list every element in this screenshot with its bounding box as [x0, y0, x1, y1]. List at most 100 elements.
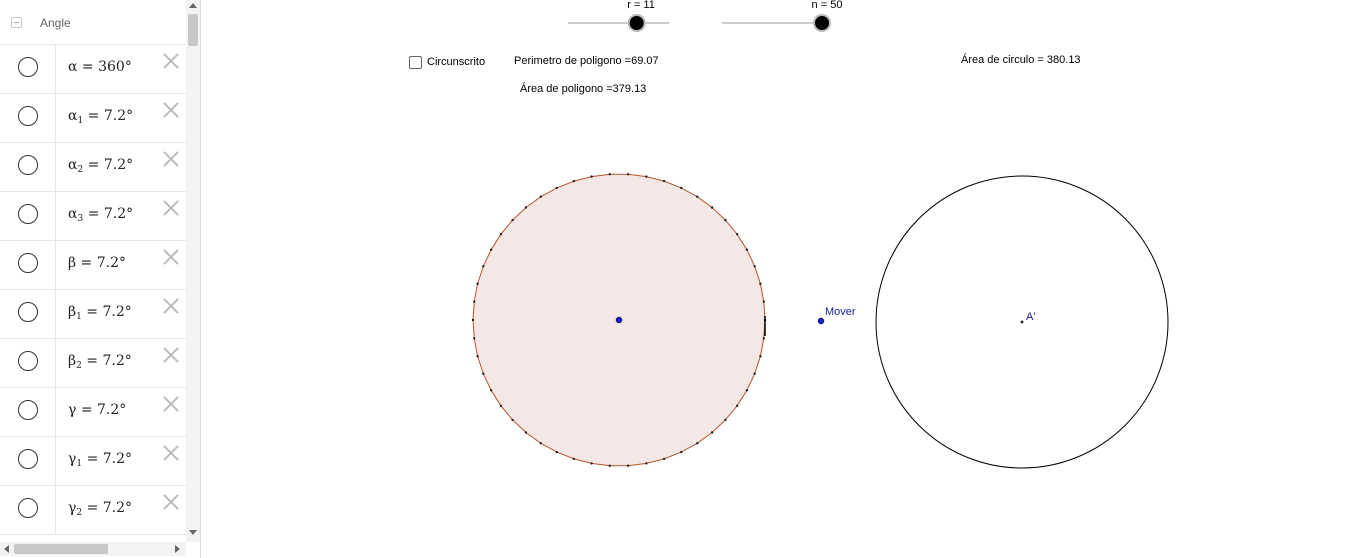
visibility-circle-icon[interactable]: [18, 449, 38, 469]
angle-subscript: 2: [76, 508, 83, 518]
slider-n[interactable]: n = 50: [722, 0, 842, 32]
delete-icon[interactable]: [161, 100, 181, 120]
circunscrito-label: Circunscrito: [427, 56, 486, 68]
delete-icon[interactable]: [161, 345, 181, 365]
angle-expression[interactable]: γ = 7.2°: [68, 402, 126, 420]
angle-expression[interactable]: β1 = 7.2°: [68, 304, 132, 322]
area-circulo-text: Área de circulo = 380.13: [961, 54, 1081, 66]
polygon-vertex: [489, 248, 493, 251]
polygon-vertex: [680, 186, 683, 190]
algebra-row[interactable]: β2 = 7.2°: [0, 339, 186, 388]
visibility-toggle[interactable]: [0, 192, 56, 240]
polygon-vertex: [696, 442, 699, 445]
delete-icon[interactable]: [161, 149, 181, 169]
delete-icon[interactable]: [161, 394, 181, 414]
angle-value: = 7.2°: [86, 451, 133, 467]
polygon-vertex: [539, 195, 542, 198]
slider-n-knob[interactable]: [813, 14, 831, 32]
mover-point[interactable]: [817, 317, 825, 325]
angle-value: = 360°: [81, 59, 132, 75]
visibility-circle-icon[interactable]: [18, 400, 38, 420]
visibility-circle-icon[interactable]: [18, 204, 38, 224]
visibility-toggle[interactable]: [0, 94, 56, 142]
scroll-right-arrow-icon[interactable]: [175, 545, 180, 553]
polygon-vertex: [482, 265, 485, 268]
graphics-view[interactable]: r = 11 n = 50 Mover A' Circunscrito Peri…: [201, 0, 1366, 558]
angle-value: = 7.2°: [86, 353, 132, 369]
angle-expression[interactable]: β = 7.2°: [68, 255, 126, 273]
angle-expression[interactable]: α3 = 7.2°: [68, 206, 133, 224]
algebra-row[interactable]: β1 = 7.2°: [0, 290, 186, 339]
angle-subscript: 1: [76, 312, 82, 322]
angle-expression[interactable]: β2 = 7.2°: [68, 353, 132, 371]
visibility-toggle[interactable]: [0, 143, 56, 191]
vertical-scroll-thumb[interactable]: [188, 14, 198, 46]
angle-value: = 7.2°: [87, 108, 134, 124]
delete-icon[interactable]: [161, 296, 181, 316]
algebra-row[interactable]: α = 360°: [0, 45, 186, 94]
polygon-vertex: [524, 431, 528, 434]
horizontal-scrollbar[interactable]: [0, 542, 186, 556]
polygon-vertex: [745, 389, 749, 392]
polygon-vertex: [555, 186, 558, 190]
horizontal-scroll-thumb[interactable]: [14, 544, 108, 554]
visibility-circle-icon[interactable]: [18, 302, 38, 322]
visibility-circle-icon[interactable]: [18, 57, 38, 77]
visibility-circle-icon[interactable]: [18, 155, 38, 175]
angle-symbol: γ: [68, 402, 77, 418]
visibility-toggle[interactable]: [0, 45, 56, 93]
scroll-left-arrow-icon[interactable]: [4, 545, 9, 553]
visibility-circle-icon[interactable]: [18, 106, 38, 126]
algebra-row[interactable]: α1 = 7.2°: [0, 94, 186, 143]
polygon-vertex: [762, 300, 765, 303]
delete-icon[interactable]: [161, 443, 181, 463]
visibility-toggle[interactable]: [0, 388, 56, 436]
angle-expression[interactable]: α1 = 7.2°: [68, 108, 133, 126]
visibility-toggle[interactable]: [0, 241, 56, 289]
visibility-toggle[interactable]: [0, 437, 56, 485]
algebra-row[interactable]: β = 7.2°: [0, 241, 186, 290]
angle-expression[interactable]: α2 = 7.2°: [68, 157, 133, 175]
visibility-toggle[interactable]: [0, 339, 56, 387]
angle-subscript: 2: [76, 361, 82, 371]
delete-icon[interactable]: [161, 198, 181, 218]
polygon-vertex: [662, 457, 666, 461]
angle-expression[interactable]: γ2 = 7.2°: [68, 500, 132, 518]
visibility-circle-icon[interactable]: [18, 253, 38, 273]
algebra-row[interactable]: γ1 = 7.2°: [0, 437, 186, 486]
visibility-toggle[interactable]: [0, 486, 56, 534]
slider-r-knob[interactable]: [627, 14, 646, 32]
angle-expression[interactable]: γ1 = 7.2°: [68, 451, 132, 469]
algebra-row[interactable]: α3 = 7.2°: [0, 192, 186, 241]
graphics-canvas[interactable]: r = 11 n = 50 Mover A': [201, 0, 1366, 558]
circunscrito-checkbox[interactable]: [409, 56, 422, 69]
point-a-prime[interactable]: [1020, 320, 1024, 324]
angle-value: = 7.2°: [80, 255, 126, 271]
scroll-up-arrow-icon[interactable]: [189, 3, 197, 8]
delete-icon[interactable]: [161, 247, 181, 267]
visibility-circle-icon[interactable]: [18, 351, 38, 371]
visibility-toggle[interactable]: [0, 290, 56, 338]
polygon-vertex: [473, 337, 476, 340]
slider-r[interactable]: r = 11: [568, 0, 669, 32]
polygon-vertex: [499, 404, 503, 407]
collapse-icon[interactable]: [11, 17, 22, 28]
algebra-panel: Angle α = 360° α1 = 7.2° α2 = 7.2° α3 = 7.2…: [0, 0, 201, 558]
algebra-row[interactable]: γ2 = 7.2°: [0, 486, 186, 535]
polygon-vertex: [753, 265, 756, 268]
scroll-down-arrow-icon[interactable]: [189, 530, 197, 535]
center-point[interactable]: [615, 316, 623, 324]
delete-icon[interactable]: [161, 51, 181, 71]
algebra-row[interactable]: γ = 7.2°: [0, 388, 186, 437]
algebra-row[interactable]: α2 = 7.2°: [0, 143, 186, 192]
angle-value: = 7.2°: [80, 402, 127, 418]
vertical-scrollbar[interactable]: [186, 0, 200, 542]
visibility-circle-icon[interactable]: [18, 498, 38, 518]
angle-group-header[interactable]: Angle: [0, 0, 186, 45]
delete-icon[interactable]: [161, 492, 181, 512]
perimetro-text: Perimetro de poligono =69.07: [514, 55, 659, 67]
polygon-vertex: [724, 218, 727, 222]
polygon-vertex: [627, 464, 630, 467]
polygon-vertex: [627, 173, 630, 176]
angle-expression[interactable]: α = 360°: [68, 59, 132, 77]
